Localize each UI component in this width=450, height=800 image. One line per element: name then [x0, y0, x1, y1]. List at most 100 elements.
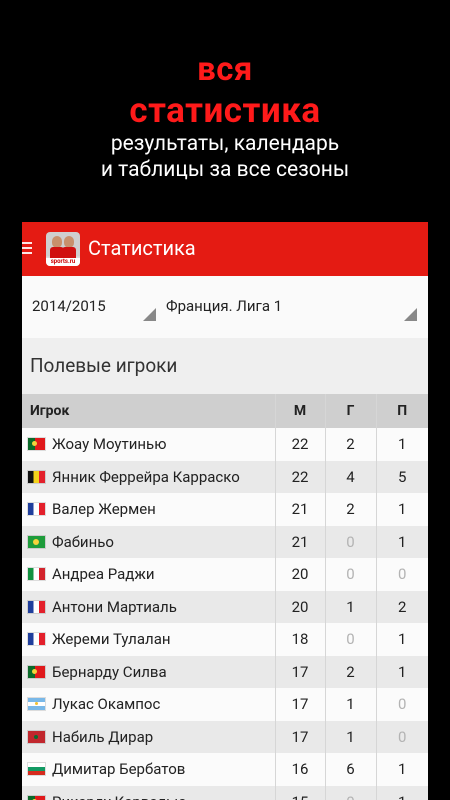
matches-cell: 21 [274, 525, 325, 558]
assists-cell: 0 [375, 558, 428, 591]
flag-emblem [32, 668, 37, 674]
app-logo[interactable]: sports.ru [46, 232, 80, 266]
table-row[interactable]: Бернарду Силва 17 2 1 [22, 655, 428, 688]
flag-emblem [34, 734, 38, 739]
table-row[interactable]: Янник Феррейра Карраско 22 4 5 [22, 460, 428, 493]
dropdown-corner-icon [404, 308, 417, 321]
assists-cell: 1 [375, 655, 428, 688]
promo-subtitle-line2: и таблицы за все сезоны [100, 158, 350, 182]
player-cell: Рикарду Карвалью [22, 785, 275, 800]
app-toolbar: sports.ru Статистика [22, 222, 428, 276]
table-row[interactable]: Лукас Окампос 17 1 0 [22, 688, 428, 721]
goals-cell: 1 [324, 720, 376, 753]
player-name: Набиль Дирар [52, 727, 154, 746]
season-select[interactable]: 2014/2015 [32, 292, 159, 320]
assists-cell: 1 [375, 493, 428, 526]
matches-cell: 18 [274, 623, 325, 656]
matches-cell: 17 [274, 720, 325, 753]
promo-banner: вся статистика результаты, календарь и т… [0, 0, 450, 222]
logo-text: sports.ru [46, 258, 80, 266]
player-cell: Жоау Моутинью [22, 428, 275, 461]
player-name: Рикарду Карвалью [52, 793, 187, 800]
table-row[interactable]: Андреа Раджи 20 0 0 [22, 558, 428, 591]
goals-cell: 0 [324, 785, 376, 800]
player-name: Валер Жермен [52, 500, 156, 519]
player-name: Янник Феррейра Карраско [52, 467, 240, 486]
matches-cell: 22 [274, 428, 325, 461]
table-row[interactable]: Фабиньо 21 0 1 [22, 525, 428, 558]
player-cell: Валер Жермен [22, 493, 275, 526]
app-screen: sports.ru Статистика 2014/2015 Франция. … [22, 222, 428, 800]
france-flag-icon [28, 633, 45, 646]
goals-cell: 2 [324, 428, 376, 461]
table-row[interactable]: Набиль Дирар 17 1 0 [22, 720, 428, 753]
table-row[interactable]: Жоау Моутинью 22 2 1 [22, 428, 428, 461]
player-cell: Набиль Дирар [22, 720, 275, 753]
player-name: Фабиньо [52, 532, 114, 551]
assists-cell: 1 [375, 525, 428, 558]
assists-cell: 1 [375, 428, 428, 461]
flag-emblem [33, 538, 39, 545]
flag-emblem [32, 441, 37, 447]
goals-cell: 0 [324, 525, 376, 558]
player-cell: Андреа Раджи [22, 558, 275, 591]
menu-icon[interactable] [22, 242, 32, 257]
player-cell: Лукас Окампос [22, 688, 275, 721]
table-row[interactable]: Рикарду Карвалью 1501 [22, 785, 428, 800]
matches-cell: 20 [274, 558, 325, 591]
column-header-player[interactable]: Игрок [22, 394, 275, 428]
player-cell: Бернарду Силва [22, 655, 275, 688]
column-header-matches[interactable]: М [274, 394, 325, 428]
assists-cell: 1 [375, 785, 428, 800]
goals-cell: 2 [324, 655, 376, 688]
player-name: Антони Мартиаль [52, 597, 177, 616]
column-header-goals[interactable]: Г [324, 394, 376, 428]
promo-title-line2: статистика [129, 90, 321, 131]
portugal-flag-icon [28, 665, 45, 678]
matches-cell: 15 [274, 785, 325, 800]
matches-cell: 17 [274, 655, 325, 688]
assists-cell: 1 [375, 753, 428, 786]
table-row[interactable]: Антони Мартиаль 20 1 2 [22, 590, 428, 623]
matches-cell: 20 [274, 590, 325, 623]
promo-title-line1: вся [197, 50, 253, 89]
goals-cell: 4 [324, 460, 376, 493]
player-name: Димитар Бербатов [52, 760, 186, 779]
france-flag-icon [28, 503, 45, 516]
argentina-flag-icon [28, 698, 45, 711]
dropdown-corner-icon [143, 308, 156, 321]
brazil-flag-icon [28, 535, 45, 548]
france-flag-icon [28, 600, 45, 613]
goals-cell: 1 [324, 590, 376, 623]
goals-cell: 0 [324, 558, 376, 591]
goals-cell: 2 [324, 493, 376, 526]
players-table: Игрок М Г П Жоау Моутинью 22 2 1 Янник Ферре… [22, 394, 428, 800]
assists-cell: 0 [375, 720, 428, 753]
goals-cell: 1 [324, 688, 376, 721]
matches-cell: 17 [274, 688, 325, 721]
table-row[interactable]: Валер Жермен 21 2 1 [22, 493, 428, 526]
table-row[interactable]: Жереми Тулалан 18 0 1 [22, 623, 428, 656]
page-title: Статистика [88, 236, 196, 260]
player-cell: Димитар Бербатов [22, 753, 275, 786]
player-name: Жоау Моутинью [52, 435, 167, 454]
table-row[interactable]: Димитар Бербатов 16 6 1 [22, 753, 428, 786]
column-header-assists[interactable]: П [375, 394, 428, 428]
belgium-flag-icon [28, 470, 45, 483]
portugal-flag-icon [28, 795, 45, 800]
assists-cell: 1 [375, 623, 428, 656]
player-cell: Антони Мартиаль [22, 590, 275, 623]
player-name: Бернарду Силва [52, 662, 167, 681]
player-cell: Янник Феррейра Карраско [22, 460, 275, 493]
assists-cell: 5 [375, 460, 428, 493]
goals-cell: 6 [324, 753, 376, 786]
matches-cell: 22 [274, 460, 325, 493]
player-name: Жереми Тулалан [52, 630, 171, 649]
player-cell: Фабиньо [22, 525, 275, 558]
morocco-flag-icon [28, 730, 45, 743]
promo-subtitle-line1: результаты, календарь [110, 132, 340, 156]
league-select[interactable]: Франция. Лига 1 [166, 292, 422, 320]
portugal-flag-icon [28, 438, 45, 451]
matches-cell: 21 [274, 493, 325, 526]
player-name: Андреа Раджи [52, 565, 155, 584]
